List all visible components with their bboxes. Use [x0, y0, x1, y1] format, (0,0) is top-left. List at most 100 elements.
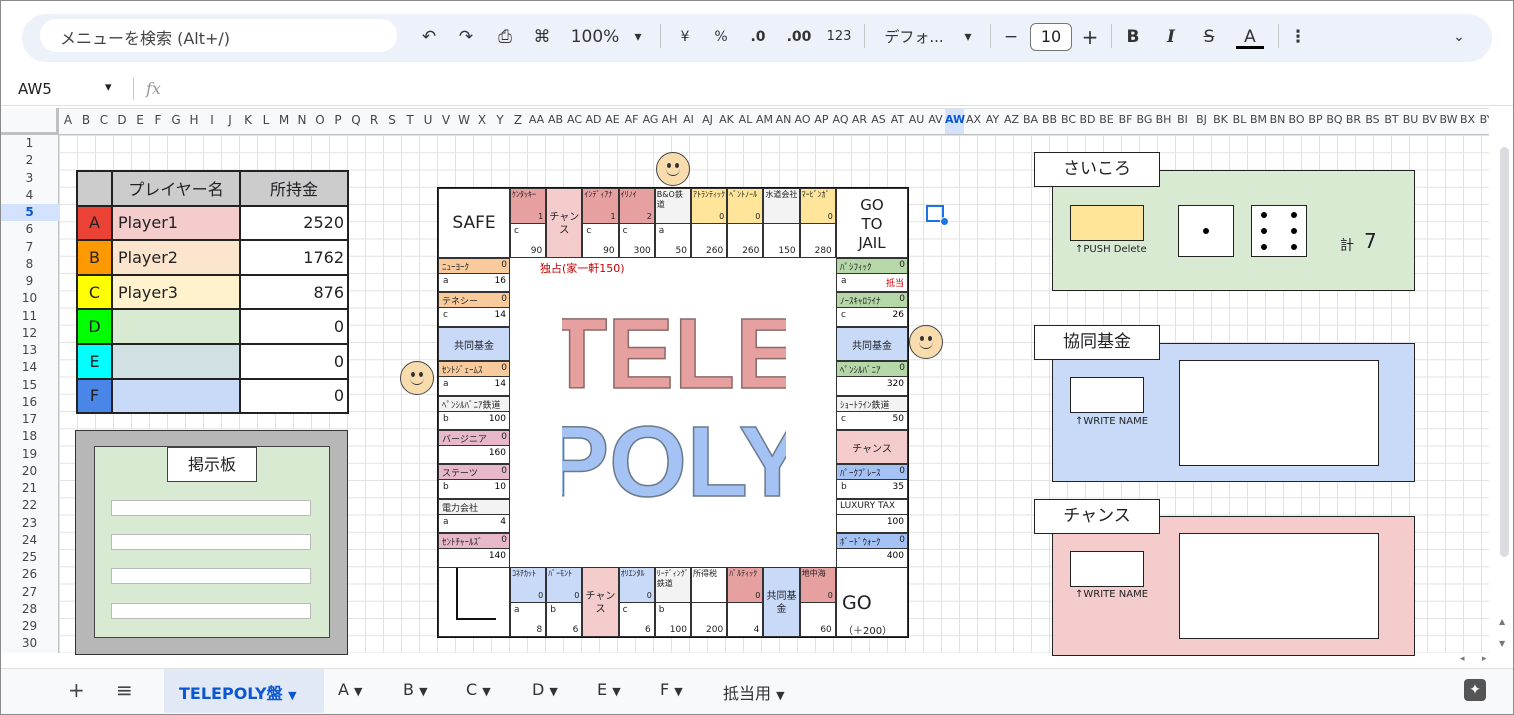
column-header[interactable]: AQ [831, 113, 850, 126]
column-header[interactable]: AR [850, 113, 869, 126]
column-header[interactable]: AC [565, 113, 584, 126]
font-select[interactable]: デフォ... [878, 24, 950, 50]
row-header[interactable]: 2 [0, 152, 59, 169]
bold-button[interactable]: B [1122, 24, 1144, 50]
chevron-down-icon[interactable]: ▼ [482, 685, 490, 698]
row-header[interactable]: 19 [0, 446, 59, 463]
sheet-tab[interactable]: C ▼ [466, 680, 491, 699]
column-header[interactable]: AV [926, 113, 945, 126]
row-header[interactable]: 7 [0, 239, 59, 256]
column-header[interactable]: E [131, 113, 149, 127]
row-header[interactable]: 13 [0, 342, 59, 359]
undo-icon[interactable]: ↶ [418, 24, 440, 50]
percent-button[interactable]: % [711, 24, 731, 50]
column-header[interactable]: BU [1401, 113, 1420, 126]
column-header[interactable]: B [77, 113, 95, 127]
chevron-down-icon[interactable]: ▼ [354, 685, 362, 698]
column-header[interactable]: BY [1477, 113, 1489, 126]
chevron-down-icon[interactable]: ▼ [776, 689, 784, 702]
row-header[interactable]: 28 [0, 601, 59, 618]
column-header[interactable]: AF [622, 113, 641, 126]
column-header[interactable]: BR [1344, 113, 1363, 126]
row-header[interactable]: 9 [0, 273, 59, 290]
column-header[interactable]: BJ [1192, 113, 1211, 126]
font-size-increase-button[interactable]: + [1079, 24, 1101, 50]
column-header[interactable]: BE [1097, 113, 1116, 126]
bbs-line[interactable] [111, 500, 311, 516]
column-header[interactable]: AL [736, 113, 755, 126]
collapse-toolbar-icon[interactable]: ⌄ [1448, 24, 1470, 50]
number-format-button[interactable]: 123 [825, 24, 853, 50]
player-name[interactable]: Player2 [111, 239, 241, 276]
column-header[interactable]: A [59, 113, 77, 127]
column-header[interactable]: AP [812, 113, 831, 126]
chevron-down-icon[interactable]: ▾ [628, 24, 648, 50]
row-header[interactable]: 27 [0, 584, 59, 601]
column-header[interactable]: AX [964, 113, 983, 126]
column-header[interactable]: Y [491, 113, 509, 127]
column-header[interactable]: AB [546, 113, 565, 126]
sheet-tab[interactable]: E ▼ [597, 680, 621, 699]
bbs-line[interactable] [111, 568, 311, 584]
column-header[interactable]: AA [527, 113, 546, 126]
column-header[interactable]: AD [584, 113, 603, 126]
column-header[interactable]: BL [1230, 113, 1249, 126]
row-header[interactable]: 29 [0, 618, 59, 635]
column-header[interactable]: AG [641, 113, 660, 126]
row-header[interactable]: 22 [0, 497, 59, 514]
row-header[interactable]: 1 [0, 135, 59, 152]
column-header[interactable]: BK [1211, 113, 1230, 126]
row-header[interactable]: 3 [0, 170, 59, 187]
fund-name-input[interactable] [1070, 377, 1144, 413]
row-header[interactable]: 25 [0, 549, 59, 566]
column-header[interactable]: S [383, 113, 401, 127]
column-header[interactable]: BA [1021, 113, 1040, 126]
column-header[interactable]: P [329, 113, 347, 127]
scroll-up-icon[interactable]: ▲ [1499, 617, 1505, 626]
column-header[interactable]: BV [1420, 113, 1439, 126]
column-header[interactable]: BC [1059, 113, 1078, 126]
column-header[interactable]: BW [1439, 113, 1458, 126]
fill-handle[interactable] [940, 217, 949, 226]
menu-search-input[interactable]: メニューを検索 (Alt+/) [40, 19, 397, 52]
player-name[interactable] [111, 308, 241, 345]
column-header[interactable]: AE [603, 113, 622, 126]
sheet-tab[interactable]: D ▼ [532, 680, 558, 699]
player-name[interactable]: Player3 [111, 273, 241, 311]
row-header[interactable]: 6 [0, 221, 59, 238]
column-header[interactable]: AJ [698, 113, 717, 126]
column-header[interactable]: BD [1078, 113, 1097, 126]
column-header[interactable]: F [149, 113, 167, 127]
column-header[interactable]: I [203, 113, 221, 127]
row-header[interactable]: 5 [0, 204, 59, 222]
name-box[interactable]: AW5 [18, 80, 52, 98]
explore-icon[interactable]: ✦ [1464, 679, 1486, 701]
column-header[interactable]: BT [1382, 113, 1401, 126]
chevron-down-icon[interactable]: ▼ [549, 685, 557, 698]
column-header[interactable]: J [221, 113, 239, 127]
column-header[interactable]: BG [1135, 113, 1154, 126]
zoom-select[interactable]: 100% [570, 24, 620, 50]
column-header[interactable]: AU [907, 113, 926, 126]
sheet-tab-active[interactable]: TELEPOLY盤 ▼ [179, 680, 297, 704]
column-header[interactable]: N [293, 113, 311, 127]
column-header[interactable]: X [473, 113, 491, 127]
row-header[interactable]: 8 [0, 256, 59, 273]
column-header[interactable]: W [455, 113, 473, 127]
scroll-right-icon[interactable]: ▸ [1482, 654, 1487, 664]
currency-button[interactable]: ¥ [675, 24, 695, 50]
column-header[interactable]: AN [774, 113, 793, 126]
column-header[interactable]: BN [1268, 113, 1287, 126]
font-color-button[interactable]: A [1236, 24, 1264, 49]
all-sheets-icon[interactable]: ≡ [116, 678, 133, 702]
column-header[interactable]: BB [1040, 113, 1059, 126]
vertical-scrollbar[interactable] [1497, 135, 1514, 653]
player-name[interactable]: Player1 [111, 204, 241, 242]
sheet-tab[interactable]: 抵当用 ▼ [723, 680, 785, 704]
column-header[interactable]: M [275, 113, 293, 127]
player-token-smiley[interactable] [400, 361, 434, 395]
increase-decimal-button[interactable]: .00 [785, 24, 813, 50]
player-token-smiley[interactable] [909, 325, 943, 359]
row-header[interactable]: 30 [0, 635, 59, 652]
font-size-input[interactable]: 10 [1030, 23, 1072, 51]
